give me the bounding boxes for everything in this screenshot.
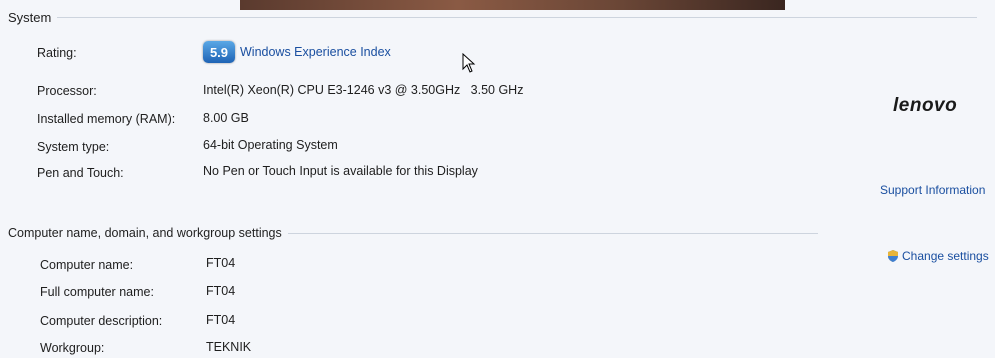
pen-touch-label: Pen and Touch: xyxy=(37,166,124,180)
windows-experience-index-link[interactable]: Windows Experience Index xyxy=(240,45,391,59)
system-type-label: System type: xyxy=(37,140,110,154)
change-settings-link[interactable]: Change settings xyxy=(886,249,989,263)
window-top-banner xyxy=(240,0,785,10)
computer-section-divider xyxy=(287,232,818,234)
rating-label: Rating: xyxy=(37,46,77,60)
arrow-cursor-icon xyxy=(462,53,476,73)
system-section-title: System xyxy=(8,10,52,25)
computer-name-label: Computer name: xyxy=(40,258,134,272)
memory-label: Installed memory (RAM): xyxy=(37,112,176,126)
computer-name-value: FT04 xyxy=(206,256,236,270)
wei-score-badge[interactable]: 5.9 xyxy=(203,41,235,63)
shield-icon xyxy=(888,250,898,262)
computer-section-header: Computer name, domain, and workgroup set… xyxy=(8,226,818,240)
support-information-link[interactable]: Support Information xyxy=(880,183,985,197)
processor-label: Processor: xyxy=(37,84,97,98)
workgroup-label: Workgroup: xyxy=(40,341,105,355)
system-section-header: System xyxy=(8,10,978,25)
memory-value: 8.00 GB xyxy=(203,111,249,125)
computer-section-title: Computer name, domain, and workgroup set… xyxy=(8,226,282,240)
computer-description-label: Computer description: xyxy=(40,314,163,328)
full-computer-name-value: FT04 xyxy=(206,284,236,298)
system-type-value: 64-bit Operating System xyxy=(203,138,338,152)
oem-logo: lenovo xyxy=(893,95,958,116)
computer-description-value: FT04 xyxy=(206,313,236,327)
change-settings-label: Change settings xyxy=(902,249,989,263)
workgroup-value: TEKNIK xyxy=(206,340,252,354)
pen-touch-value: No Pen or Touch Input is available for t… xyxy=(203,164,478,178)
full-computer-name-label: Full computer name: xyxy=(40,285,154,299)
processor-value: Intel(R) Xeon(R) CPU E3-1246 v3 @ 3.50GH… xyxy=(203,83,524,97)
system-section-divider xyxy=(57,17,978,18)
